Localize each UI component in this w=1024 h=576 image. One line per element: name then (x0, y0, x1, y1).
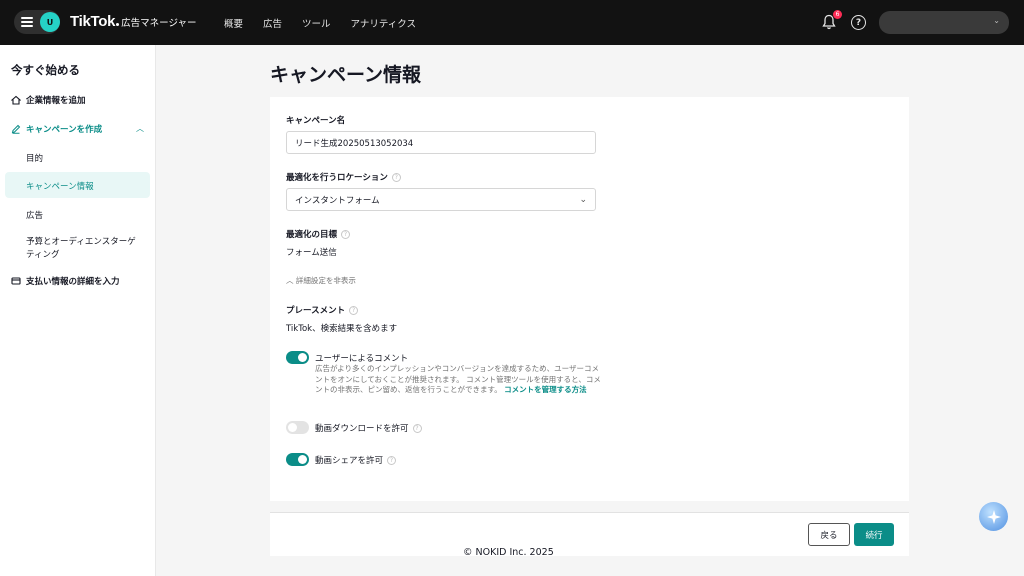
assistant-button[interactable] (979, 502, 1008, 531)
pencil-icon (11, 124, 21, 134)
goal-value: フォーム送信 (286, 248, 337, 258)
nav-analytics[interactable]: アナリティクス (351, 16, 416, 30)
location-label: 最適化を行うロケーション ? (286, 171, 401, 183)
share-label-text: 動画シェアを許可 (315, 456, 384, 466)
brand-name: TikTok (70, 13, 116, 30)
top-nav: 概要 広告 ツール アナリティクス (224, 16, 416, 30)
sparkle-icon (986, 509, 1001, 524)
campaign-name-label: キャンペーン名 (286, 114, 345, 126)
campaign-info-card (270, 97, 909, 501)
chevron-up-icon: ︿ (286, 276, 294, 285)
top-bar: U TikTok 広告マネージャー 概要 広告 ツール アナリティクス 6 ? … (0, 0, 1024, 45)
location-label-text: 最適化を行うロケーション (286, 173, 388, 183)
sidebar-item-label: 企業情報を追加 (26, 96, 86, 106)
chevron-up-icon[interactable]: ︿ (136, 123, 144, 134)
placement-label: プレースメント ? (286, 304, 359, 316)
sidebar-item-campaign-info[interactable]: キャンペーン情報 (26, 180, 94, 192)
sidebar-item-create-campaign[interactable]: キャンペーンを作成 (11, 123, 102, 135)
campaign-name-input[interactable]: リード生成20250513052034 (286, 131, 596, 154)
sidebar-item-ads[interactable]: 広告 (26, 209, 43, 221)
advanced-settings-toggle[interactable]: ︿ 詳細設定を非表示 (286, 275, 356, 286)
avatar[interactable]: U (40, 12, 60, 32)
brand-subtitle: 広告マネージャー (121, 18, 197, 29)
comments-toggle[interactable] (286, 351, 309, 364)
toggle-knob (288, 423, 297, 432)
comments-label: ユーザーによるコメント (315, 352, 408, 364)
comments-description: 広告がより多くのインプレッションやコンバージョンを達成するため、ユーザーコメント… (315, 364, 605, 396)
sidebar-item-company-info[interactable]: 企業情報を追加 (11, 94, 86, 106)
share-label: 動画シェアを許可 ? (315, 454, 397, 466)
continue-button[interactable]: 続行 (854, 523, 894, 546)
home-icon (11, 95, 21, 105)
goal-label-text: 最適化の目標 (286, 230, 338, 240)
info-icon[interactable]: ? (391, 172, 401, 182)
download-toggle[interactable] (286, 421, 309, 434)
sidebar-item-label: キャンペーンを作成 (26, 125, 103, 135)
sidebar-item-budget-audience-cont[interactable]: ティング (26, 248, 60, 260)
download-label: 動画ダウンロードを許可 ? (315, 422, 422, 434)
sidebar-item-objective[interactable]: 目的 (26, 152, 43, 164)
back-button[interactable]: 戻る (808, 523, 850, 546)
info-icon[interactable]: ? (412, 423, 422, 433)
info-icon[interactable]: ? (341, 229, 351, 239)
sidebar-item-payment[interactable]: 支払い情報の詳細を入力 (11, 275, 120, 287)
manage-comments-link[interactable]: コメントを管理する方法 (504, 385, 587, 394)
campaign-name-label-text: キャンペーン名 (286, 116, 346, 126)
sidebar-title: 今すぐ始める (11, 63, 80, 77)
brand-logo[interactable]: TikTok 広告マネージャー (70, 13, 197, 30)
page-title: キャンペーン情報 (270, 64, 422, 86)
advanced-settings-label: 詳細設定を非表示 (295, 276, 356, 285)
chevron-down-icon: ⌄ (993, 16, 1000, 25)
notification-badge: 6 (833, 10, 842, 19)
nav-ads[interactable]: 広告 (263, 16, 282, 30)
goal-label: 最適化の目標 ? (286, 228, 351, 240)
download-label-text: 動画ダウンロードを許可 (315, 424, 409, 434)
card-icon (11, 277, 21, 285)
nav-overview[interactable]: 概要 (224, 16, 243, 30)
toggle-knob (298, 353, 307, 362)
location-select-value: インスタントフォーム (295, 195, 380, 206)
help-icon[interactable]: ? (851, 15, 866, 30)
location-select[interactable]: インスタントフォーム ⌄ (286, 188, 596, 211)
info-icon[interactable]: ? (349, 305, 359, 315)
sidebar-item-label: 支払い情報の詳細を入力 (26, 277, 120, 287)
info-icon[interactable]: ? (387, 455, 397, 465)
nav-tools[interactable]: ツール (302, 16, 331, 30)
copyright-text: © NOKID Inc. 2025 (463, 547, 554, 558)
placement-value: TikTok、検索結果を含めます (286, 324, 398, 334)
share-toggle[interactable] (286, 453, 309, 466)
toggle-knob (298, 455, 307, 464)
placement-label-text: プレースメント (286, 306, 346, 316)
hamburger-icon (21, 17, 33, 27)
sidebar: 今すぐ始める 企業情報を追加 キャンペーンを作成 ︿ 目的 キャンペーン情報 広… (0, 45, 156, 576)
account-dropdown[interactable]: ⌄ (879, 11, 1009, 34)
chevron-down-icon: ⌄ (579, 195, 587, 205)
sidebar-item-budget-audience[interactable]: 予算とオーディエンスターゲ (26, 235, 136, 247)
comments-label-text: ユーザーによるコメント (315, 354, 409, 364)
brand-dot-icon (116, 23, 120, 26)
